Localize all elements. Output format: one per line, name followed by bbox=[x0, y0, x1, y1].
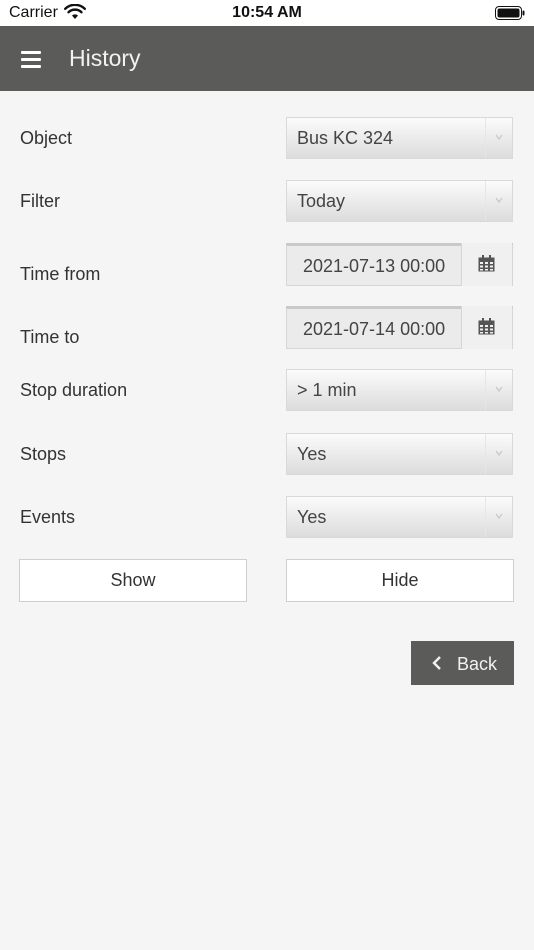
filter-label: Filter bbox=[20, 191, 60, 211]
stop-duration-select-value: > 1 min bbox=[297, 380, 357, 400]
time-from-field[interactable]: 2021-07-13 00:00 bbox=[286, 243, 513, 286]
time-from-value: 2021-07-13 00:00 bbox=[303, 256, 446, 276]
time-to-field[interactable]: 2021-07-14 00:00 bbox=[286, 306, 513, 349]
back-button-label: Back bbox=[457, 654, 498, 674]
hide-button[interactable]: Hide bbox=[286, 559, 514, 602]
status-time: 10:54 AM bbox=[232, 4, 302, 21]
status-bar: Carrier 10:54 AM bbox=[0, 0, 534, 26]
time-to-label: Time to bbox=[20, 327, 80, 347]
filter-select-arrow bbox=[485, 181, 512, 221]
stop-duration-label: Stop duration bbox=[20, 380, 128, 400]
stops-select-arrow bbox=[485, 434, 512, 474]
stop-duration-select-arrow bbox=[485, 370, 512, 410]
hamburger-menu-icon[interactable] bbox=[21, 51, 41, 69]
chevron-down-icon bbox=[495, 197, 503, 204]
events-label: Events bbox=[20, 507, 76, 527]
time-to-calendar-button[interactable] bbox=[461, 306, 512, 349]
object-label: Object bbox=[20, 128, 73, 148]
app-header: History bbox=[0, 26, 534, 91]
filter-select[interactable]: Today bbox=[286, 180, 513, 222]
time-from-label: Time from bbox=[20, 264, 101, 284]
calendar-icon bbox=[478, 255, 495, 272]
chevron-left-icon bbox=[432, 656, 441, 670]
stop-duration-select[interactable]: > 1 min bbox=[286, 369, 513, 411]
filter-select-value: Today bbox=[297, 191, 346, 211]
events-select-value: Yes bbox=[297, 507, 327, 527]
chevron-down-icon bbox=[495, 450, 503, 457]
back-button[interactable]: Back bbox=[411, 641, 514, 685]
chevron-down-icon bbox=[495, 513, 503, 520]
page-title: History bbox=[69, 45, 141, 71]
events-select-arrow bbox=[485, 497, 512, 537]
chevron-down-icon bbox=[495, 386, 503, 393]
object-select-value: Bus KC 324 bbox=[297, 128, 394, 148]
object-select[interactable]: Bus KC 324 bbox=[286, 117, 513, 159]
calendar-icon bbox=[478, 318, 495, 335]
stops-select[interactable]: Yes bbox=[286, 433, 513, 475]
stops-select-value: Yes bbox=[297, 444, 327, 464]
show-button[interactable]: Show bbox=[19, 559, 247, 602]
stops-label: Stops bbox=[20, 444, 67, 464]
battery-icon bbox=[495, 6, 525, 20]
events-select[interactable]: Yes bbox=[286, 496, 513, 538]
time-from-calendar-button[interactable] bbox=[461, 243, 512, 286]
time-to-value: 2021-07-14 00:00 bbox=[303, 319, 446, 339]
chevron-down-icon bbox=[495, 134, 503, 141]
object-select-arrow bbox=[485, 118, 512, 158]
